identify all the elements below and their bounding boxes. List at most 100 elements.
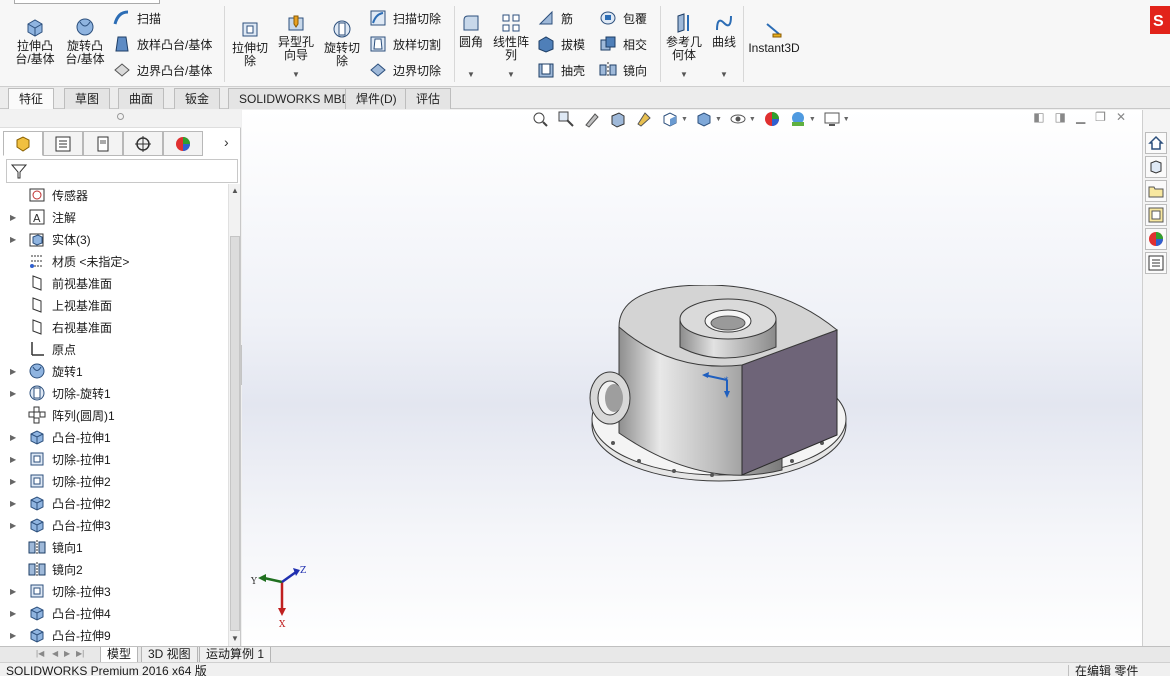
dynamic-annotation-view-icon[interactable] bbox=[635, 110, 653, 128]
curves-button[interactable]: 曲线 bbox=[708, 12, 740, 49]
panel-scroll-right-icon[interactable]: › bbox=[224, 134, 229, 150]
configuration-manager-tab[interactable] bbox=[83, 131, 123, 156]
wrap-button[interactable]: 包覆 bbox=[598, 7, 647, 29]
scroll-up-icon[interactable]: ▲ bbox=[231, 186, 239, 195]
tree-item[interactable]: ▶ 切除-拉伸1 bbox=[0, 448, 228, 470]
expand-arrow-icon[interactable]: ▶ bbox=[10, 499, 16, 508]
restore-icon[interactable]: ❐ bbox=[1095, 110, 1106, 124]
mirror-button[interactable]: 镜向 bbox=[598, 59, 647, 81]
first-tab-icon[interactable]: |◀ bbox=[36, 649, 44, 658]
view-settings-icon[interactable] bbox=[823, 110, 841, 128]
apply-scene-dropdown-icon[interactable]: ▼ bbox=[809, 116, 816, 123]
tree-item[interactable]: ▶ 旋转1 bbox=[0, 360, 228, 382]
tree-item[interactable]: 原点 bbox=[0, 338, 228, 360]
tree-item[interactable]: ▶ 凸台-拉伸9 bbox=[0, 624, 228, 646]
reference-geometry-button[interactable]: 参考几 何体 bbox=[664, 12, 704, 62]
tree-item[interactable]: 阵列(圆周)1 bbox=[0, 404, 228, 426]
expand-arrow-icon[interactable]: ▶ bbox=[10, 235, 16, 244]
instant3d-button[interactable]: Instant3D bbox=[746, 18, 802, 55]
minimize-icon[interactable]: ▁ bbox=[1076, 110, 1085, 124]
tree-item[interactable]: ▶ 切除-拉伸2 bbox=[0, 470, 228, 492]
view-settings-dropdown-icon[interactable]: ▼ bbox=[843, 116, 850, 123]
last-tab-icon[interactable]: ▶| bbox=[76, 649, 84, 658]
3d-model-part[interactable]: * bbox=[582, 285, 852, 500]
tab-mbd[interactable]: SOLIDWORKS MBD bbox=[228, 88, 362, 109]
dimxpert-tab[interactable] bbox=[123, 131, 163, 156]
tree-item[interactable]: 镜向2 bbox=[0, 558, 228, 580]
draft-button[interactable]: 拔模 bbox=[536, 33, 585, 55]
tab-surfaces[interactable]: 曲面 bbox=[118, 88, 165, 109]
tree-item[interactable]: ▶ 切除-旋转1 bbox=[0, 382, 228, 404]
zoom-to-fit-icon[interactable] bbox=[531, 110, 549, 128]
reference-geometry-dropdown-icon[interactable]: ▼ bbox=[680, 70, 688, 79]
custom-properties-tab[interactable] bbox=[1145, 252, 1167, 274]
linear-pattern-button[interactable]: 线性阵 列 bbox=[490, 12, 532, 62]
curves-dropdown-icon[interactable]: ▼ bbox=[720, 70, 728, 79]
apply-scene-icon[interactable] bbox=[789, 110, 807, 128]
property-manager-tab[interactable] bbox=[43, 131, 83, 156]
design-library-tab[interactable] bbox=[1145, 156, 1167, 178]
feature-manager-tab[interactable] bbox=[3, 131, 43, 156]
scroll-down-icon[interactable]: ▼ bbox=[231, 634, 239, 643]
expand-arrow-icon[interactable]: ▶ bbox=[10, 587, 16, 596]
hide-show-dropdown-icon[interactable]: ▼ bbox=[749, 116, 756, 123]
tree-item[interactable]: ▶ 凸台-拉伸3 bbox=[0, 514, 228, 536]
scroll-thumb[interactable] bbox=[230, 236, 240, 631]
expand-arrow-icon[interactable]: ▶ bbox=[10, 631, 16, 640]
tree-item[interactable]: ▶ A 注解 bbox=[0, 206, 228, 228]
hide-show-items-icon[interactable] bbox=[729, 110, 747, 128]
shell-button[interactable]: 抽壳 bbox=[536, 59, 585, 81]
expand-arrow-icon[interactable]: ▶ bbox=[10, 213, 16, 222]
intersect-button[interactable]: 相交 bbox=[598, 33, 647, 55]
panel-grip[interactable] bbox=[0, 110, 241, 128]
next-tab-icon[interactable]: ▶ bbox=[64, 649, 70, 658]
tab-features[interactable]: 特征 bbox=[8, 88, 55, 109]
boundary-boss-button[interactable]: 边界凸台/基体 bbox=[112, 59, 212, 81]
tab-sheet-metal[interactable]: 钣金 bbox=[174, 88, 221, 109]
tab-model[interactable]: 模型 bbox=[100, 647, 139, 663]
loft-boss-button[interactable]: 放样凸台/基体 bbox=[112, 33, 212, 55]
expand-arrow-icon[interactable]: ▶ bbox=[10, 433, 16, 442]
boundary-cut-button[interactable]: 边界切除 bbox=[368, 59, 441, 81]
display-manager-tab[interactable] bbox=[163, 131, 203, 156]
section-view-icon[interactable] bbox=[609, 110, 627, 128]
swept-cut-button[interactable]: 扫描切除 bbox=[368, 7, 441, 29]
tab-weldments[interactable]: 焊件(D) bbox=[345, 88, 408, 109]
revolve-boss-button[interactable]: 旋转凸 台/基体 bbox=[62, 16, 108, 66]
tree-item[interactable]: ▶ 实体(3) bbox=[0, 228, 228, 250]
expand-arrow-icon[interactable]: ▶ bbox=[10, 609, 16, 618]
solidworks-resources-tab[interactable] bbox=[1145, 132, 1167, 154]
tab-motion-study[interactable]: 运动算例 1 bbox=[199, 647, 272, 663]
tree-item[interactable]: 镜向1 bbox=[0, 536, 228, 558]
tab-sketch[interactable]: 草图 bbox=[64, 88, 111, 109]
fillet-button[interactable]: 圆角 bbox=[456, 12, 486, 49]
view-orientation-icon[interactable] bbox=[661, 110, 679, 128]
expand-arrow-icon[interactable]: ▶ bbox=[10, 455, 16, 464]
hole-wizard-button[interactable]: 异型孔 向导 bbox=[274, 12, 318, 62]
display-style-dropdown-icon[interactable]: ▼ bbox=[715, 116, 722, 123]
tree-item[interactable]: ▶ 凸台-拉伸4 bbox=[0, 602, 228, 624]
file-explorer-tab[interactable] bbox=[1145, 180, 1167, 202]
expand-arrow-icon[interactable]: ▶ bbox=[10, 389, 16, 398]
rib-button[interactable]: 筋 bbox=[536, 7, 573, 29]
tree-item[interactable]: ▶ 切除-拉伸3 bbox=[0, 580, 228, 602]
tree-item[interactable]: ▶ 凸台-拉伸2 bbox=[0, 492, 228, 514]
tree-item[interactable]: 前视基准面 bbox=[0, 272, 228, 294]
fillet-dropdown-icon[interactable]: ▼ bbox=[467, 70, 475, 79]
tree-item[interactable]: 上视基准面 bbox=[0, 294, 228, 316]
revolved-cut-button[interactable]: 旋转切 除 bbox=[320, 18, 364, 68]
hole-wizard-dropdown-icon[interactable]: ▼ bbox=[292, 70, 300, 79]
expand-arrow-icon[interactable]: ▶ bbox=[10, 521, 16, 530]
view-palette-tab[interactable] bbox=[1145, 204, 1167, 226]
sweep-button[interactable]: 扫描 bbox=[112, 7, 161, 29]
linear-pattern-dropdown-icon[interactable]: ▼ bbox=[507, 70, 515, 79]
zoom-to-area-icon[interactable] bbox=[557, 110, 575, 128]
tree-item[interactable]: ▶ 凸台-拉伸1 bbox=[0, 426, 228, 448]
appearances-tab[interactable] bbox=[1145, 228, 1167, 250]
expand-arrow-icon[interactable]: ▶ bbox=[10, 477, 16, 486]
display-style-icon[interactable] bbox=[695, 110, 713, 128]
edit-appearance-icon[interactable] bbox=[763, 110, 781, 128]
ribbon-collapse-handle[interactable] bbox=[14, 0, 160, 4]
tree-item[interactable]: 右视基准面 bbox=[0, 316, 228, 338]
tree-item[interactable]: 传感器 bbox=[0, 184, 228, 206]
